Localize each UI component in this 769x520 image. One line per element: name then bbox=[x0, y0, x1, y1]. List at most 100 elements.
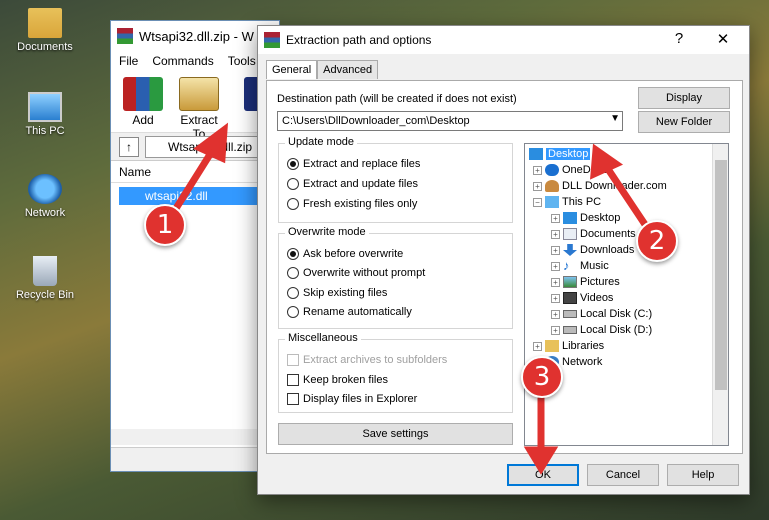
radio-skip-existing[interactable]: Skip existing files bbox=[287, 287, 387, 299]
folder-icon bbox=[28, 8, 62, 38]
tree-item-pc-desktop[interactable]: + Desktop bbox=[551, 210, 620, 226]
radio-button bbox=[287, 178, 299, 190]
checkbox bbox=[287, 374, 299, 386]
radio-fresh-existing[interactable]: Fresh existing files only bbox=[287, 198, 417, 210]
cancel-button[interactable]: Cancel bbox=[587, 464, 659, 486]
tree-item-label: Pictures bbox=[580, 276, 620, 288]
expand-icon[interactable]: + bbox=[551, 277, 560, 287]
tree-item-libraries[interactable]: + Libraries bbox=[533, 338, 604, 354]
tree-item-videos[interactable]: + Videos bbox=[551, 290, 613, 306]
expand-icon[interactable]: + bbox=[551, 245, 560, 255]
desktop-icon-documents[interactable]: Documents bbox=[10, 8, 80, 53]
winrar-app-icon bbox=[264, 32, 280, 48]
expand-icon[interactable]: + bbox=[551, 293, 560, 303]
scrollbar-thumb[interactable] bbox=[715, 160, 727, 390]
tree-item-downloads[interactable]: + Downloads bbox=[551, 242, 634, 258]
close-button[interactable]: ✕ bbox=[711, 30, 735, 48]
checkbox-keep-broken-files[interactable]: Keep broken files bbox=[287, 374, 388, 386]
download-icon bbox=[563, 244, 577, 256]
menu-file[interactable]: File bbox=[119, 54, 138, 68]
miscellaneous-title: Miscellaneous bbox=[285, 332, 361, 344]
checkbox bbox=[287, 393, 299, 405]
winrar-toolbar: Add Extract To bbox=[111, 71, 279, 141]
radio-button bbox=[287, 248, 299, 260]
miscellaneous-group: Miscellaneous Extract archives to subfol… bbox=[278, 332, 513, 413]
tree-item-label: Documents bbox=[580, 228, 636, 240]
winrar-window: Wtsapi32.dll.zip - W File Commands Tools… bbox=[110, 20, 280, 472]
menu-commands[interactable]: Commands bbox=[152, 54, 213, 68]
tree-item-label: Libraries bbox=[562, 340, 605, 352]
dialog-title-bar[interactable]: Extraction path and options ? ✕ bbox=[258, 26, 749, 54]
folder-icon bbox=[545, 340, 559, 352]
ok-button[interactable]: OK bbox=[507, 464, 579, 486]
desktop-icon-label: Recycle Bin bbox=[15, 289, 75, 301]
help-button[interactable]: Help bbox=[667, 464, 739, 486]
help-title-button[interactable]: ? bbox=[667, 30, 691, 47]
desktop-icon-recycle-bin[interactable]: Recycle Bin bbox=[10, 256, 80, 301]
destination-label: Destination path (will be created if doe… bbox=[277, 93, 517, 105]
tree-item-onedrive[interactable]: + OneDrive bbox=[533, 162, 608, 178]
desktop-icon-label: Documents bbox=[17, 41, 73, 53]
radio-ask-before-overwrite[interactable]: Ask before overwrite bbox=[287, 248, 403, 260]
tree-item-user[interactable]: + DLL Downloader.com bbox=[533, 178, 667, 194]
display-button[interactable]: Display bbox=[638, 87, 730, 109]
chevron-down-icon[interactable]: ▼ bbox=[610, 113, 620, 124]
expand-icon[interactable]: + bbox=[551, 325, 560, 335]
save-settings-button[interactable]: Save settings bbox=[278, 423, 513, 445]
file-list-item[interactable]: wtsapi32.dll bbox=[119, 187, 279, 205]
drive-icon bbox=[563, 310, 577, 318]
tree-item-local-disk-c[interactable]: + Local Disk (C:) bbox=[551, 306, 652, 322]
desktop-icon-label: This PC bbox=[25, 125, 65, 137]
radio-rename-automatically[interactable]: Rename automatically bbox=[287, 306, 412, 318]
expand-icon[interactable]: + bbox=[533, 181, 542, 191]
tree-item-label: Local Disk (C:) bbox=[580, 308, 653, 320]
winrar-title: Wtsapi32.dll.zip - W bbox=[139, 28, 254, 44]
radio-overwrite-without-prompt[interactable]: Overwrite without prompt bbox=[287, 267, 425, 279]
winrar-title-bar[interactable]: Wtsapi32.dll.zip - W bbox=[111, 21, 279, 51]
option-label: Ask before overwrite bbox=[303, 248, 404, 260]
collapse-icon[interactable]: − bbox=[533, 197, 542, 207]
folder-tree[interactable]: Desktop + OneDrive + DLL Downloader.com … bbox=[524, 143, 729, 446]
recycle-bin-icon bbox=[33, 256, 57, 286]
tree-item-desktop[interactable]: Desktop bbox=[529, 146, 591, 162]
tree-item-music[interactable]: + ♪ Music bbox=[551, 258, 609, 274]
horizontal-scrollbar[interactable] bbox=[111, 429, 279, 445]
expand-icon[interactable]: + bbox=[551, 309, 560, 319]
expand-icon[interactable]: + bbox=[551, 229, 560, 239]
expand-icon[interactable]: + bbox=[533, 341, 542, 351]
general-panel: Destination path (will be created if doe… bbox=[266, 80, 743, 454]
checkbox-extract-to-subfolders: Extract archives to subfolders bbox=[287, 354, 447, 366]
tree-item-label: Desktop bbox=[546, 148, 591, 160]
tab-general[interactable]: General bbox=[266, 60, 318, 79]
tree-item-label: Network bbox=[562, 356, 603, 368]
column-header-name[interactable]: Name bbox=[111, 161, 279, 183]
tab-advanced[interactable]: Advanced bbox=[317, 60, 379, 79]
tree-item-documents[interactable]: + Documents bbox=[551, 226, 636, 242]
checkbox-display-in-explorer[interactable]: Display files in Explorer bbox=[287, 393, 417, 405]
tree-item-this-pc[interactable]: − This PC bbox=[533, 194, 601, 210]
option-label: Skip existing files bbox=[303, 287, 388, 299]
radio-button bbox=[287, 158, 299, 170]
tree-vertical-scrollbar[interactable] bbox=[712, 144, 728, 445]
radio-extract-replace[interactable]: Extract and replace files bbox=[287, 158, 420, 170]
expand-icon[interactable]: + bbox=[533, 165, 542, 175]
desktop-icon-this-pc[interactable]: This PC bbox=[10, 92, 80, 137]
desktop-icon-network[interactable]: Network bbox=[10, 174, 80, 219]
radio-button bbox=[287, 267, 299, 279]
new-folder-button[interactable]: New Folder bbox=[638, 111, 730, 133]
expand-icon[interactable]: + bbox=[551, 261, 560, 271]
up-folder-button[interactable]: ↑ bbox=[119, 136, 139, 157]
tree-item-pictures[interactable]: + Pictures bbox=[551, 274, 620, 290]
extract-to-button[interactable]: Extract To bbox=[175, 71, 223, 141]
menu-tools[interactable]: Tools bbox=[228, 54, 256, 68]
expand-icon[interactable]: + bbox=[551, 213, 560, 223]
tree-item-local-disk-d[interactable]: + Local Disk (D:) bbox=[551, 322, 652, 338]
pictures-icon bbox=[563, 276, 577, 288]
option-label: Extract archives to subfolders bbox=[303, 354, 448, 366]
option-label: Fresh existing files only bbox=[303, 198, 418, 210]
document-icon bbox=[563, 228, 577, 240]
radio-extract-update[interactable]: Extract and update files bbox=[287, 178, 418, 190]
destination-path-input[interactable]: C:\Users\DllDownloader_com\Desktop ▼ bbox=[277, 111, 623, 131]
add-button[interactable]: Add bbox=[119, 71, 167, 132]
update-mode-group: Update mode Extract and replace files Ex… bbox=[278, 136, 513, 223]
